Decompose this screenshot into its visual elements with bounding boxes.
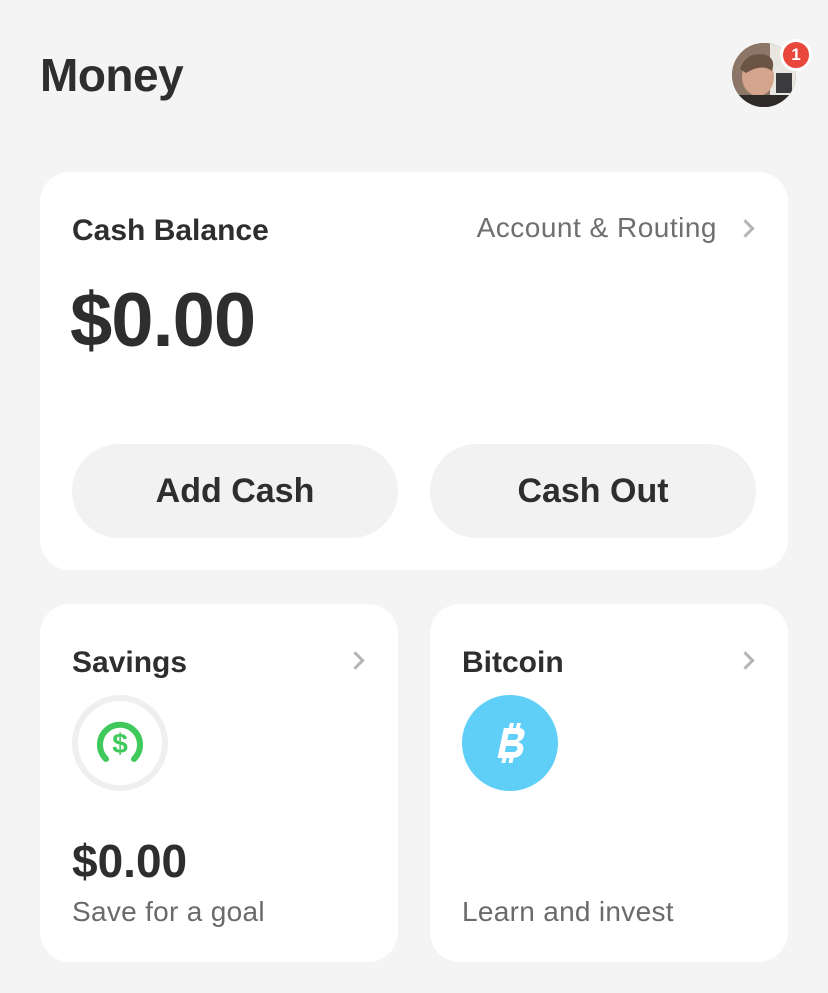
add-cash-button[interactable]: Add Cash — [72, 444, 398, 538]
chevron-right-icon — [736, 651, 755, 670]
bitcoin-icon — [462, 695, 558, 791]
cash-balance-amount: $0.00 — [70, 278, 256, 363]
dollar-circle-icon: $ — [72, 695, 168, 791]
notification-badge: 1 — [780, 39, 812, 71]
chevron-right-icon — [736, 218, 755, 238]
bitcoin-title: Bitcoin — [462, 646, 564, 679]
savings-amount: $0.00 — [72, 835, 188, 887]
account-routing-link[interactable]: Account & Routing — [476, 212, 755, 244]
cash-balance-card: Cash Balance Account & Routing $0.00 Add… — [40, 172, 788, 570]
chevron-right-icon — [346, 651, 365, 670]
bitcoin-subtitle: Learn and invest — [462, 896, 674, 927]
cash-out-button[interactable]: Cash Out — [430, 444, 756, 538]
savings-title: Savings — [72, 646, 188, 679]
svg-text:$: $ — [112, 728, 128, 759]
bitcoin-card[interactable]: Bitcoin Learn and invest — [430, 604, 788, 962]
savings-card[interactable]: Savings $ $0.00 Save for a goal — [40, 604, 398, 962]
savings-subtitle: Save for a goal — [72, 896, 265, 927]
cash-balance-label: Cash Balance — [72, 214, 269, 247]
profile-avatar-button[interactable]: 1 — [732, 39, 812, 107]
page-title: Money — [40, 49, 184, 101]
account-routing-label: Account & Routing — [476, 212, 717, 243]
